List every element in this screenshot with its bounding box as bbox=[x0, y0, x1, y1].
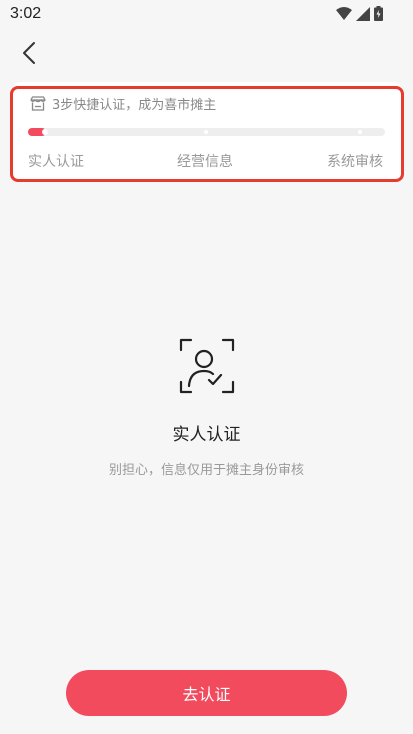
progress-card-title: 3步快捷认证，成为喜市摊主 bbox=[52, 98, 217, 113]
status-time: 3:02 bbox=[10, 5, 42, 22]
progress-track bbox=[28, 128, 385, 136]
progress-knob bbox=[42, 129, 48, 135]
progress-step-dot-3 bbox=[358, 130, 362, 134]
wifi-icon bbox=[336, 6, 352, 20]
status-bar: 3:02 bbox=[0, 0, 413, 30]
section-title: 实人认证 bbox=[172, 425, 241, 445]
face-scan-icon bbox=[179, 338, 234, 394]
section-subtitle: 别担心，信息仅用于摊主身份审核 bbox=[108, 463, 304, 478]
step-label-business-info: 经营信息 bbox=[177, 154, 233, 170]
nav-bar bbox=[0, 36, 413, 70]
step-label-identity: 实人认证 bbox=[28, 154, 84, 170]
progress-card-header: 3步快捷认证，成为喜市摊主 bbox=[30, 94, 216, 113]
signal-icon bbox=[356, 6, 370, 21]
step-label-system-review: 系统审核 bbox=[327, 154, 383, 170]
back-arrow-icon[interactable] bbox=[18, 40, 44, 66]
battery-icon bbox=[374, 6, 383, 21]
start-verification-button[interactable]: 去认证 bbox=[66, 670, 347, 716]
status-icons bbox=[336, 6, 383, 21]
identity-verification-intro: 实人认证 别担心，信息仅用于摊主身份审核 bbox=[0, 338, 413, 478]
progress-steps: 实人认证 经营信息 系统审核 bbox=[28, 151, 385, 171]
shop-icon bbox=[30, 96, 46, 111]
progress-step-dot-2 bbox=[204, 130, 208, 134]
